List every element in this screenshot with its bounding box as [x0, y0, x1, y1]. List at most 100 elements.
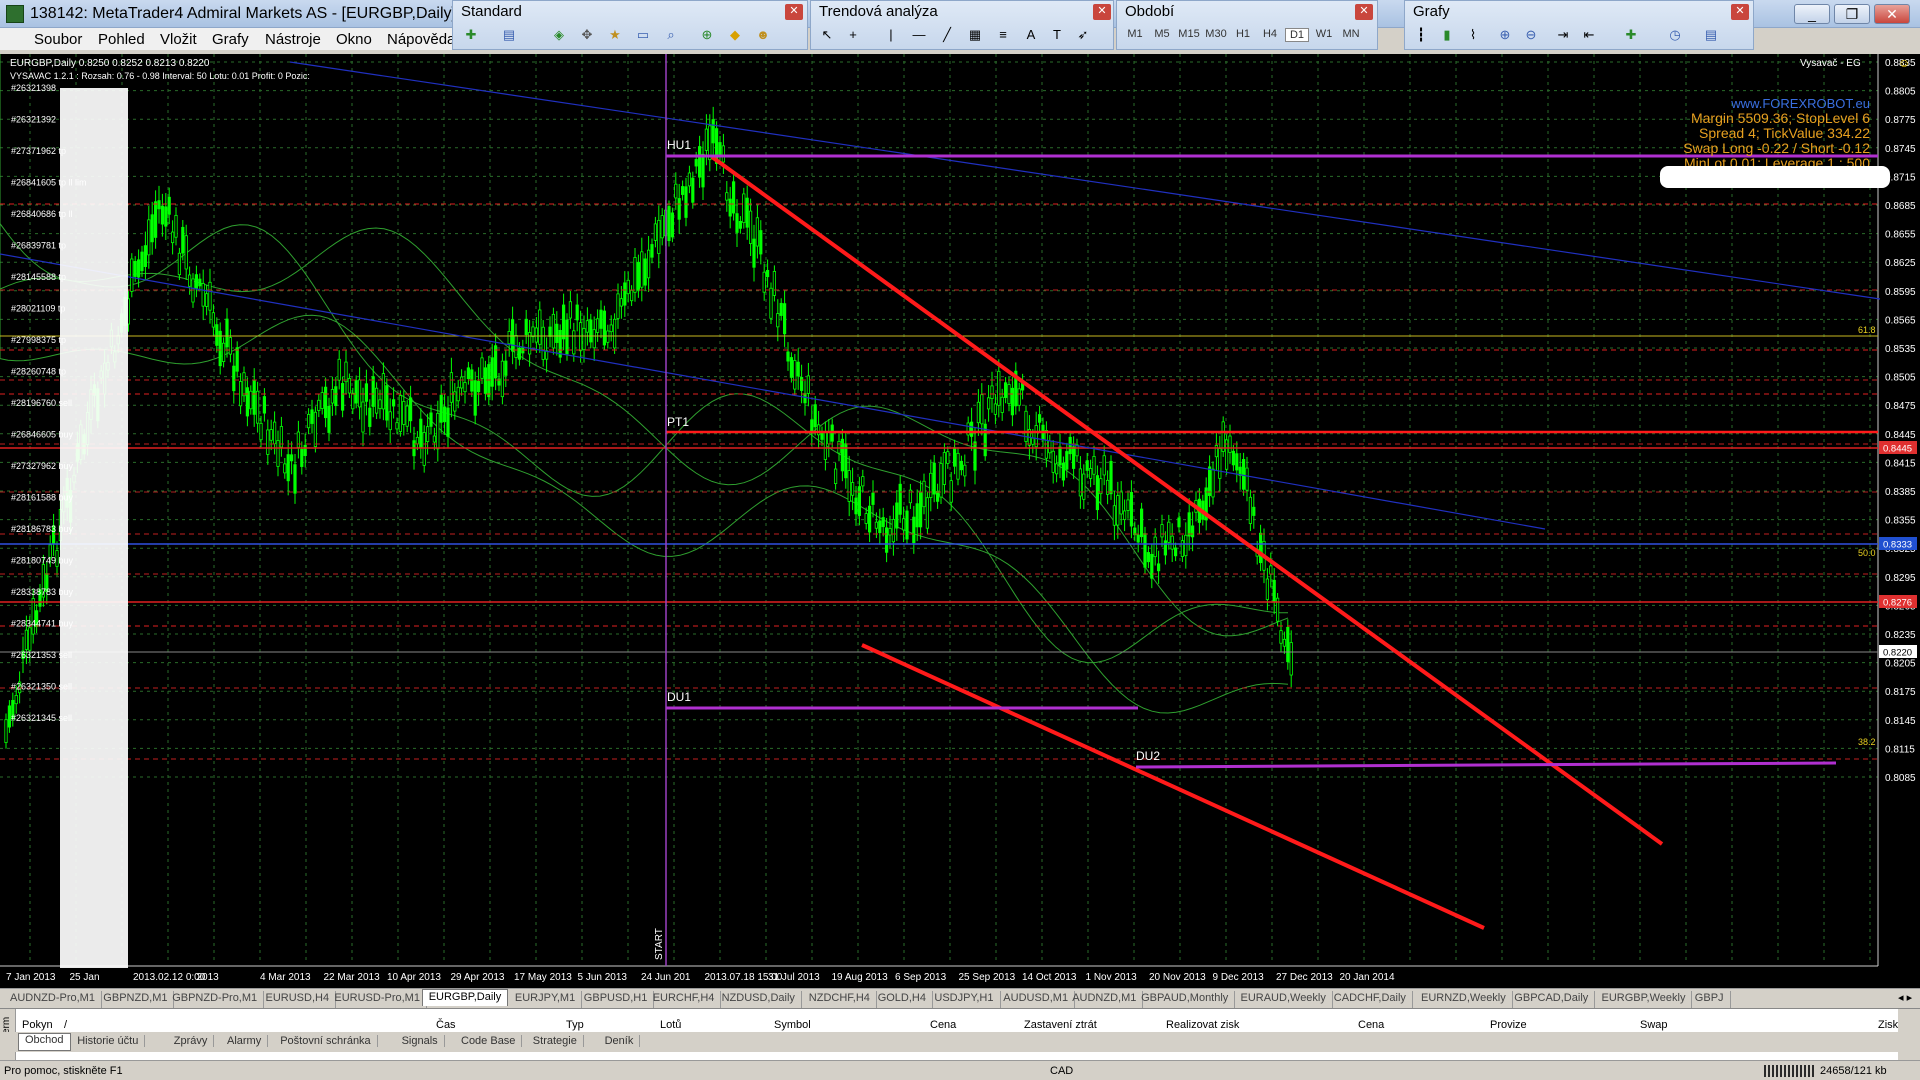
column-header[interactable]: Zastavení ztrát [1024, 1019, 1097, 1031]
templates-icon[interactable]: ▤ [1701, 25, 1721, 45]
data-window-icon[interactable]: ✥ [577, 25, 597, 45]
symbol-tab[interactable]: NZDCHF,H4 [803, 991, 877, 1008]
terminal-tab[interactable]: Poštovní schránka [274, 1035, 378, 1047]
fibonacci-icon[interactable]: ≡ [993, 25, 1013, 45]
candle-chart-icon[interactable]: ▮ [1437, 25, 1457, 45]
text-label-icon[interactable]: T [1047, 25, 1067, 45]
symbol-tab[interactable]: AUDNZD-Pro,M1 [4, 991, 102, 1008]
column-header[interactable]: / [64, 1019, 67, 1031]
terminal-tab[interactable]: Zprávy [168, 1035, 215, 1047]
column-header[interactable]: Typ [566, 1019, 584, 1031]
line-chart-icon[interactable]: ⌇ [1463, 25, 1483, 45]
symbol-tab[interactable]: EURAUD,Weekly [1235, 991, 1333, 1008]
column-header[interactable]: Symbol [774, 1019, 811, 1031]
text-icon[interactable]: A [1021, 25, 1041, 45]
minimize-button[interactable]: _ [1794, 4, 1830, 24]
menu-napoveda[interactable]: Nápověda [387, 31, 455, 48]
period-h1[interactable]: H1 [1231, 28, 1255, 40]
symbol-tab[interactable]: AUDNZD,M1 [1066, 991, 1144, 1008]
symbol-tab[interactable]: GBPUSD,H1 [578, 991, 655, 1008]
channel-icon[interactable]: ▦ [965, 25, 985, 45]
period-h4[interactable]: H4 [1258, 28, 1282, 40]
menu-soubor[interactable]: Soubor [34, 31, 82, 48]
symbol-tab[interactable]: EURUSD,H4 [260, 991, 337, 1008]
symbol-tab[interactable]: GBPNZD,M1 [97, 991, 175, 1008]
period-mn[interactable]: MN [1339, 28, 1363, 40]
column-header[interactable]: Zisk [1878, 1019, 1898, 1031]
menu-vlozit[interactable]: Vložit [160, 31, 197, 48]
cursor-icon[interactable]: ↖ [817, 25, 837, 45]
toolbar-close-icon[interactable]: ✕ [1355, 4, 1373, 20]
terminal-tab[interactable]: Strategie [527, 1035, 584, 1047]
symbol-tab[interactable]: AUDUSD,M1 [997, 991, 1076, 1008]
symbol-tab[interactable]: EURUSD-Pro,M1 [328, 991, 427, 1008]
column-header[interactable]: Cena [930, 1019, 956, 1031]
column-header[interactable]: Swap [1640, 1019, 1668, 1031]
symbol-tab[interactable]: USDJPY,H1 [928, 991, 1001, 1008]
terminal-tab[interactable]: Deník [599, 1035, 641, 1047]
price-chart[interactable]: 0.88350.88050.87750.87450.87150.86850.86… [0, 54, 1920, 988]
toolbar-close-icon[interactable]: ✕ [1731, 4, 1749, 20]
terminal-tab[interactable]: Code Base [455, 1035, 523, 1047]
navigator-icon[interactable]: ★ [605, 25, 625, 45]
menu-grafy[interactable]: Grafy [212, 31, 249, 48]
maximize-button[interactable]: ❐ [1834, 4, 1870, 24]
symbol-tab[interactable]: GOLD,H4 [872, 991, 933, 1008]
metaeditor-icon[interactable]: ◆ [725, 25, 745, 45]
terminal-tab[interactable]: Obchod [18, 1033, 71, 1051]
menu-pohled[interactable]: Pohled [98, 31, 145, 48]
symbol-tab[interactable]: EURJPY,M1 [509, 991, 583, 1008]
horizontal-line-icon[interactable]: — [909, 25, 929, 45]
menu-nastroje[interactable]: Nástroje [265, 31, 321, 48]
symbol-tab[interactable]: EURCHF,H4 [647, 991, 722, 1008]
indicators-icon[interactable]: ✚ [1621, 25, 1641, 45]
new-order-icon[interactable]: ⊕ [697, 25, 717, 45]
new-chart-icon[interactable]: ✚ [461, 25, 481, 45]
toolbar-close-icon[interactable]: ✕ [1093, 4, 1111, 20]
chart-shift-icon[interactable]: ⇤ [1579, 25, 1599, 45]
symbol-tab[interactable]: GBPJ [1689, 991, 1731, 1008]
column-header[interactable]: Čas [436, 1019, 456, 1031]
profiles-icon[interactable]: ▤ [499, 25, 519, 45]
symbol-tab[interactable]: EURGBP,Daily [421, 989, 509, 1006]
column-header[interactable]: Realizovat zisk [1166, 1019, 1239, 1031]
zoom-out-icon[interactable]: ⊖ [1521, 25, 1541, 45]
symbol-tab[interactable]: GBPNZD-Pro,M1 [166, 991, 265, 1008]
period-m5[interactable]: M5 [1150, 28, 1174, 40]
crosshair-icon[interactable]: + [843, 25, 863, 45]
column-header[interactable]: Pokyn [22, 1019, 53, 1031]
market-watch-icon[interactable]: ◈ [549, 25, 569, 45]
symbol-tab[interactable]: EURGBP,Weekly [1596, 991, 1693, 1008]
bar-chart-icon[interactable]: ┇ [1411, 25, 1431, 45]
symbol-tab[interactable]: NZDUSD,Daily [716, 991, 802, 1008]
terminal-tab[interactable]: Signals [396, 1035, 445, 1047]
period-m30[interactable]: M30 [1204, 28, 1228, 40]
period-d1[interactable]: D1 [1285, 28, 1309, 42]
menu-okno[interactable]: Okno [336, 31, 372, 48]
chart-window[interactable]: 0.8835 0.8805 0.8775 0.8745 0.8715 0.8685 0.86… [0, 54, 1920, 988]
tabs-scroll-icon[interactable]: ◂ ▸ [1898, 991, 1912, 1004]
symbol-tab[interactable]: CADCHF,Daily [1328, 991, 1413, 1008]
terminal-tab[interactable]: Alarmy [221, 1035, 269, 1047]
autoscroll-icon[interactable]: ⇥ [1553, 25, 1573, 45]
terminal-icon[interactable]: ▭ [633, 25, 653, 45]
column-header[interactable]: Cena [1358, 1019, 1384, 1031]
expert-advisors-icon[interactable]: ☻ [753, 25, 773, 45]
periods-clock-icon[interactable]: ◷ [1665, 25, 1685, 45]
trendline-icon[interactable]: ╱ [937, 25, 957, 45]
period-m1[interactable]: M1 [1123, 28, 1147, 40]
arrows-icon[interactable]: ➶ [1073, 25, 1093, 45]
vertical-line-icon[interactable]: | [881, 25, 901, 45]
terminal-tab[interactable]: Historie účtu [71, 1035, 146, 1047]
symbol-tab[interactable]: GBPAUD,Monthly [1135, 991, 1236, 1008]
column-header[interactable]: Provize [1490, 1019, 1527, 1031]
tester-icon[interactable]: ⌕ [661, 25, 681, 45]
column-header[interactable]: Lotů [660, 1019, 681, 1031]
period-w1[interactable]: W1 [1312, 28, 1336, 40]
symbol-tab[interactable]: GBPCAD,Daily [1508, 991, 1596, 1008]
symbol-tab[interactable]: EURNZD,Weekly [1415, 991, 1513, 1008]
close-button[interactable]: ✕ [1874, 4, 1910, 24]
period-m15[interactable]: M15 [1177, 28, 1201, 40]
zoom-in-icon[interactable]: ⊕ [1495, 25, 1515, 45]
toolbar-close-icon[interactable]: ✕ [785, 4, 803, 20]
